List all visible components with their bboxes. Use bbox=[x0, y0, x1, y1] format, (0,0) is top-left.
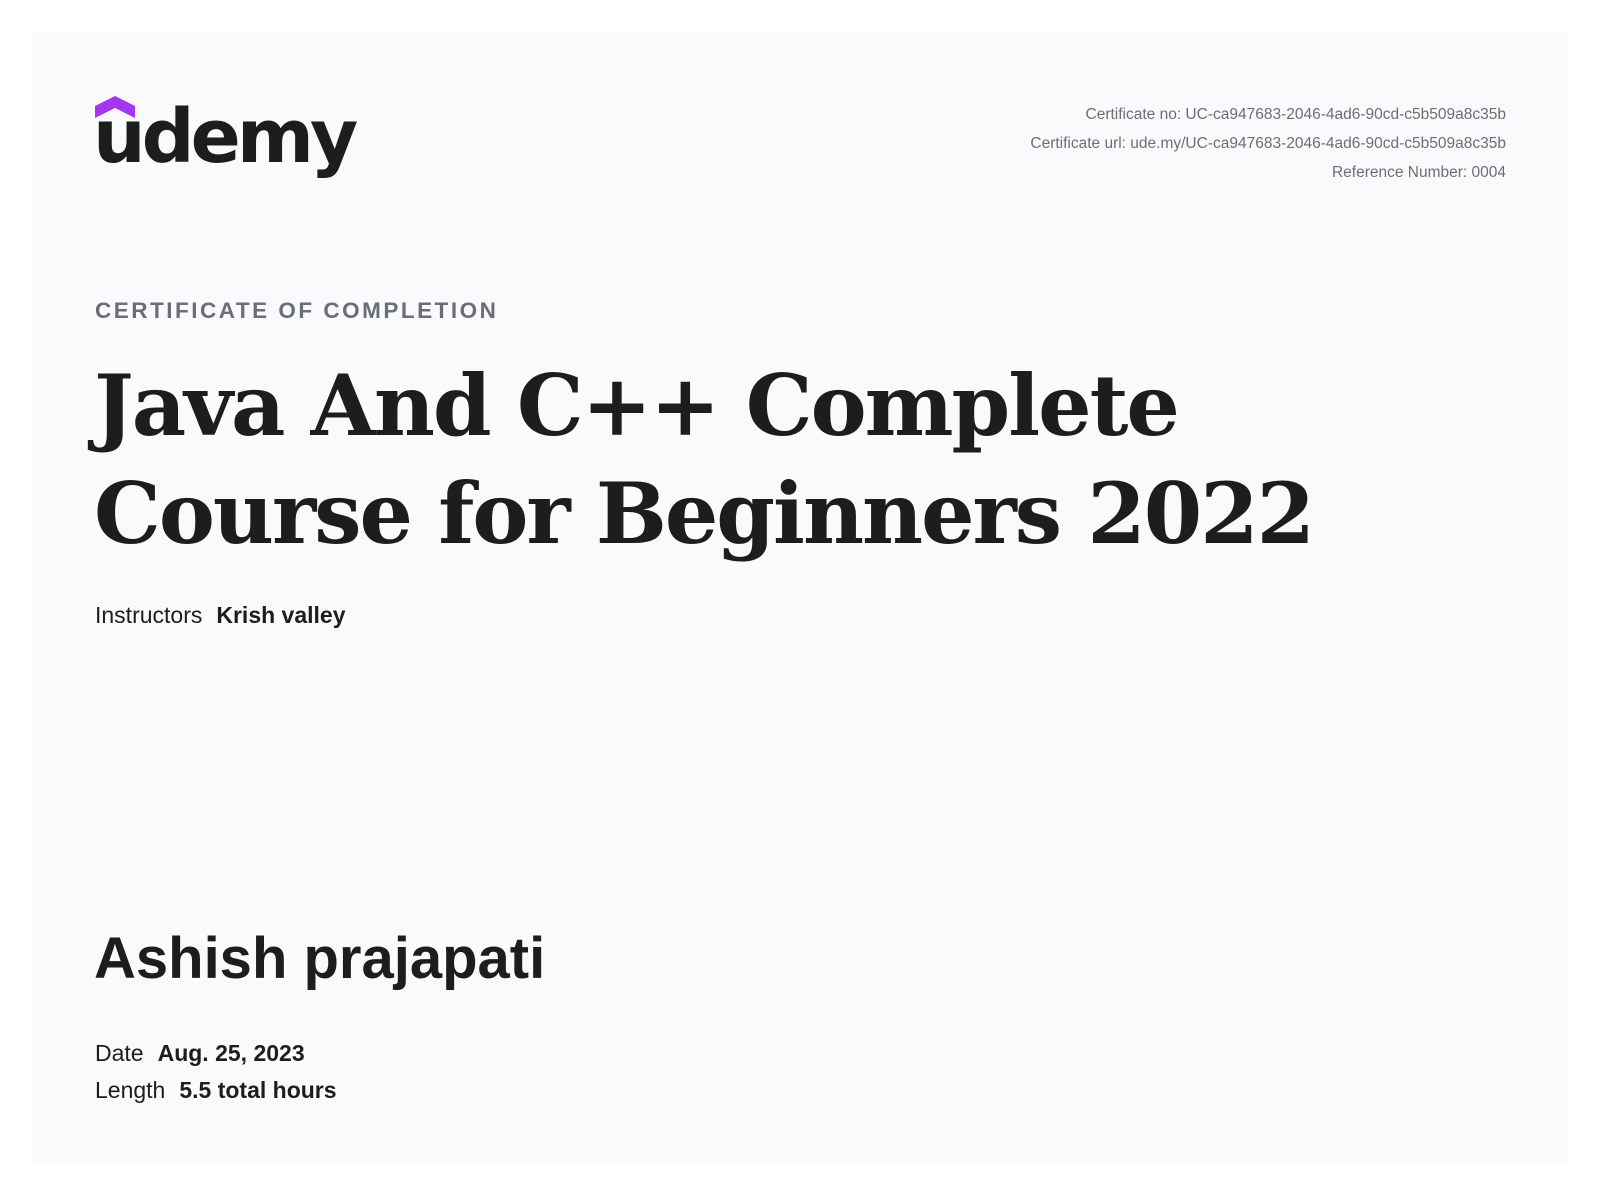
certificate: udemy Certificate no: UC-ca947683-2046-4… bbox=[32, 32, 1568, 1164]
instructors-value: Krish valley bbox=[216, 602, 346, 628]
course-title: Java And C++ Complete Course for Beginne… bbox=[94, 356, 1315, 563]
student-name: Ashish prajapati bbox=[94, 926, 546, 991]
certificate-url: Certificate url: ude.my/UC-ca947683-2046… bbox=[1030, 135, 1506, 152]
certificate-number: Certificate no: UC-ca947683-2046-4ad6-90… bbox=[1085, 106, 1507, 123]
length-value: 5.5 total hours bbox=[179, 1077, 337, 1103]
instructors-row: Instructors Krish valley bbox=[95, 602, 346, 629]
certificate-eyebrow: CERTIFICATE OF COMPLETION bbox=[95, 298, 499, 323]
certificate-meta: Certificate no: UC-ca947683-2046-4ad6-90… bbox=[1030, 100, 1506, 187]
length-label: Length bbox=[95, 1077, 166, 1103]
date-row: Date Aug. 25, 2023 bbox=[95, 1040, 305, 1067]
page: udemy Certificate no: UC-ca947683-2046-4… bbox=[0, 0, 1600, 1190]
length-row: Length 5.5 total hours bbox=[95, 1077, 337, 1104]
date-label: Date bbox=[95, 1040, 144, 1066]
udemy-logo: udemy bbox=[93, 94, 360, 196]
logo-wordmark: udemy bbox=[93, 94, 358, 180]
date-value: Aug. 25, 2023 bbox=[157, 1040, 305, 1066]
reference-number: Reference Number: 0004 bbox=[1331, 164, 1506, 181]
instructors-label: Instructors bbox=[95, 602, 203, 628]
